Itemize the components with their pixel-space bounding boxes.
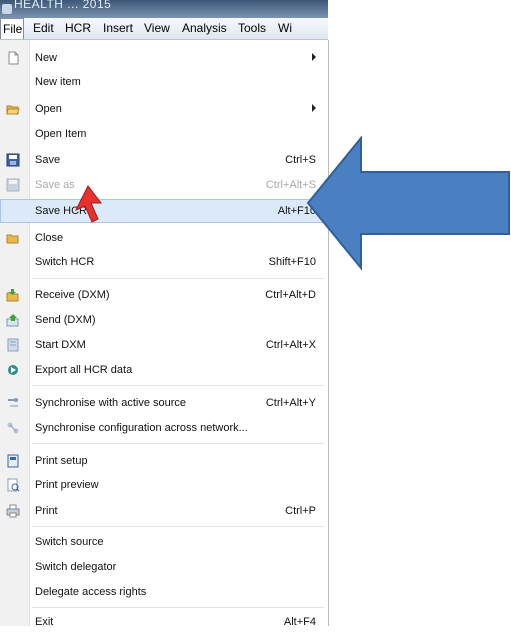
submenu-arrow-icon xyxy=(312,53,316,61)
menu-item-label: Open xyxy=(35,103,62,115)
menu-item-switch-hcr[interactable]: Switch HCR Shift+F10 xyxy=(0,250,324,274)
menu-hcr[interactable]: HCR xyxy=(65,18,91,38)
menu-item-label: Send (DXM) xyxy=(35,314,96,326)
menu-window[interactable]: Wi xyxy=(278,18,292,38)
menu-item-label: Synchronise with active source xyxy=(35,397,187,409)
menu-item-label: Synchronise configuration across network… xyxy=(35,422,248,434)
menu-item-label: Start DXM xyxy=(35,339,86,351)
file-menu-dropdown: New New item Open Open Item Save Ctrl+S … xyxy=(0,40,329,628)
menu-item-label: Switch delegator xyxy=(35,561,117,573)
printer-icon xyxy=(6,504,20,518)
menu-item-switch-source[interactable]: Switch source xyxy=(0,530,324,554)
menu-item-save-hcr[interactable]: Save HCR Alt+F10 xyxy=(0,199,324,223)
window-title-bar: HEALTH ... 2015 xyxy=(0,0,328,18)
menu-separator xyxy=(32,385,324,386)
callout-arrow-icon xyxy=(306,136,510,271)
menu-item-new-item[interactable]: New item xyxy=(0,70,324,94)
menu-item-label: Save xyxy=(35,154,61,166)
shortcut-label: Alt+F4 xyxy=(283,616,316,628)
menu-item-save-as: Save as Ctrl+Alt+S xyxy=(0,173,324,197)
menu-item-label: Print xyxy=(35,505,58,517)
receive-icon xyxy=(6,289,19,302)
menu-item-label: Open Item xyxy=(35,128,87,140)
menu-item-switch-delegator[interactable]: Switch delegator xyxy=(0,555,324,579)
menu-item-new[interactable]: New xyxy=(0,46,324,70)
menu-separator xyxy=(32,443,324,444)
sync-icon xyxy=(8,398,18,407)
app-icon xyxy=(2,4,12,14)
menu-file[interactable]: File xyxy=(0,18,24,39)
menu-separator xyxy=(32,526,324,527)
menu-item-label: Print setup xyxy=(35,455,88,467)
menu-item-close[interactable]: Close xyxy=(0,226,324,250)
send-icon xyxy=(6,314,19,327)
menu-item-receive-dxm[interactable]: Receive (DXM) Ctrl+Alt+D xyxy=(0,283,324,307)
menu-item-label: Save as xyxy=(35,179,75,191)
menu-item-print[interactable]: Print Ctrl+P xyxy=(0,499,324,523)
menu-item-start-dxm[interactable]: Start DXM Ctrl+Alt+X xyxy=(0,333,324,357)
menu-item-label: New item xyxy=(35,76,81,88)
print-setup-icon xyxy=(7,454,19,468)
menu-item-print-setup[interactable]: Print setup xyxy=(0,449,324,473)
menu-edit[interactable]: Edit xyxy=(33,18,54,38)
menu-item-synchronise-network[interactable]: Synchronise configuration across network… xyxy=(0,416,324,440)
mouse-pointer-icon xyxy=(74,185,103,223)
menu-insert[interactable]: Insert xyxy=(103,18,133,38)
menu-view[interactable]: View xyxy=(144,18,170,38)
menu-item-print-preview[interactable]: Print preview xyxy=(0,473,324,497)
folder-open-icon xyxy=(6,105,20,115)
menu-item-open[interactable]: Open xyxy=(0,97,324,121)
menu-analysis[interactable]: Analysis xyxy=(182,18,227,38)
save-disk-icon xyxy=(6,153,20,167)
shortcut-label: Ctrl+Alt+Y xyxy=(265,397,316,409)
menu-item-label: Close xyxy=(35,232,64,244)
new-document-icon xyxy=(8,51,19,65)
menu-item-label: Export all HCR data xyxy=(35,364,133,376)
menu-tools[interactable]: Tools xyxy=(238,18,266,38)
menu-item-exit[interactable]: Exit Alt+F4 xyxy=(0,610,324,634)
menu-separator xyxy=(32,607,324,608)
menu-item-label: Switch source xyxy=(35,536,104,548)
menu-item-label: Delegate access rights xyxy=(35,586,147,598)
shortcut-label: Ctrl+P xyxy=(285,505,316,517)
menu-item-label: New xyxy=(35,52,58,64)
menu-bar: File Edit HCR Insert View Analysis Tools… xyxy=(0,18,328,40)
menu-item-delegate-access-rights[interactable]: Delegate access rights xyxy=(0,580,324,604)
start-dxm-icon xyxy=(7,338,19,352)
print-preview-icon xyxy=(7,478,20,492)
menu-item-label: Print preview xyxy=(35,479,99,491)
menu-item-label: Receive (DXM) xyxy=(35,289,110,301)
menu-item-open-item[interactable]: Open Item xyxy=(0,122,324,146)
submenu-arrow-icon xyxy=(312,104,316,112)
window-title: HEALTH ... 2015 xyxy=(14,0,112,11)
menu-item-label: Exit xyxy=(35,616,54,628)
export-icon xyxy=(8,365,18,375)
menu-item-export-all-hcr-data[interactable]: Export all HCR data xyxy=(0,358,324,382)
menu-item-save[interactable]: Save Ctrl+S xyxy=(0,148,324,172)
menu-separator xyxy=(32,278,324,279)
network-sync-icon xyxy=(7,422,19,434)
save-as-icon xyxy=(6,178,20,192)
menu-item-send-dxm[interactable]: Send (DXM) xyxy=(0,308,324,332)
shortcut-label: Ctrl+Alt+D xyxy=(265,289,316,301)
shortcut-label: Ctrl+Alt+X xyxy=(265,339,316,351)
close-folder-icon xyxy=(6,234,19,244)
menu-item-label: Switch HCR xyxy=(35,256,95,268)
menu-item-synchronise-active-source[interactable]: Synchronise with active source Ctrl+Alt+… xyxy=(0,391,324,415)
